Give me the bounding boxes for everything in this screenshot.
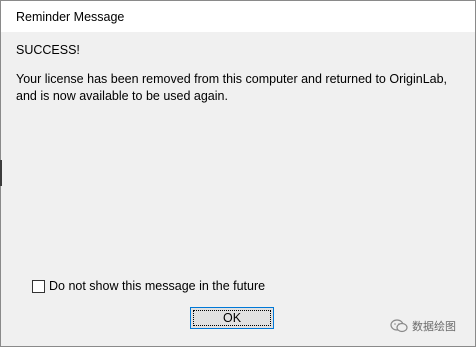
wechat-icon (390, 319, 408, 333)
watermark-text: 数据绘图 (412, 321, 456, 333)
success-heading: SUCCESS! (16, 43, 80, 57)
dont-show-label[interactable]: Do not show this message in the future (49, 279, 265, 293)
background-window-edge (0, 160, 2, 186)
title-bar[interactable]: Reminder Message (1, 1, 475, 32)
ok-button[interactable]: OK (190, 307, 274, 329)
focus-ring (193, 310, 271, 326)
watermark: 数据绘图 (390, 318, 456, 334)
reminder-dialog: Reminder Message SUCCESS! Your license h… (0, 0, 476, 347)
dont-show-checkbox[interactable] (32, 279, 45, 293)
message-text: Your license has been removed from this … (16, 72, 448, 103)
dont-show-option[interactable]: Do not show this message in the future (32, 278, 265, 294)
window-title: Reminder Message (16, 10, 125, 24)
